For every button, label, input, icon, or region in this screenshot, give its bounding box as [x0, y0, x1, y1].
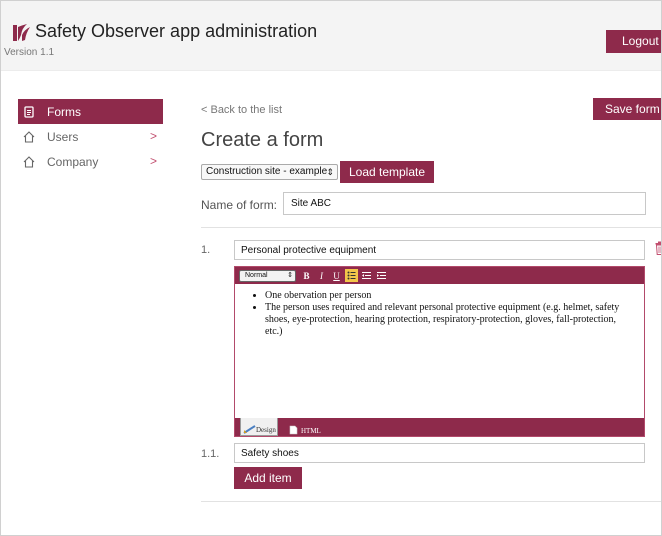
chevron-right-icon: >	[150, 129, 158, 143]
sidebar-item-users[interactable]: Users >	[18, 124, 163, 149]
format-select[interactable]: Normal ⇕	[239, 269, 296, 282]
template-select-value: Construction site - example	[206, 166, 328, 177]
tab-design[interactable]: Design	[240, 418, 278, 436]
home-outline-icon	[23, 130, 35, 143]
design-icon	[243, 425, 256, 434]
app-window: Safety Observer app administration Versi…	[0, 0, 662, 536]
item-number: 1.	[201, 244, 211, 256]
editor-bullet: One obervation per person	[265, 290, 634, 302]
app-logo-icon	[13, 24, 30, 41]
bold-icon[interactable]: B	[300, 269, 313, 282]
back-to-list-link[interactable]: < Back to the list	[201, 104, 282, 116]
sidebar-item-company[interactable]: Company >	[18, 149, 163, 174]
sidebar-item-label: Forms	[47, 104, 81, 119]
sidebar-item-label: Users	[47, 129, 79, 144]
outdent-icon[interactable]	[360, 269, 373, 282]
save-form-button[interactable]: Save form	[593, 98, 661, 120]
sidebar-item-label: Company	[47, 154, 99, 169]
tab-html-label: HTML	[301, 427, 321, 435]
italic-icon[interactable]: I	[315, 269, 328, 282]
format-select-value: Normal	[245, 271, 268, 279]
tab-html[interactable]: HTML	[289, 418, 321, 436]
form-name-input[interactable]	[283, 192, 646, 215]
select-arrows-icon: ⇕	[326, 167, 334, 177]
select-arrows-icon: ⇕	[287, 271, 293, 279]
divider	[201, 501, 661, 502]
indent-icon[interactable]	[375, 269, 388, 282]
trash-icon[interactable]	[655, 241, 662, 255]
bullet-list-icon[interactable]	[345, 269, 358, 282]
sidebar: Forms Users > Company >	[18, 99, 163, 174]
forms-icon	[24, 105, 34, 118]
html-file-icon	[289, 425, 298, 435]
divider	[201, 227, 661, 228]
load-template-button[interactable]: Load template	[340, 161, 434, 183]
form-name-label: Name of form:	[201, 198, 278, 212]
item-number: 1.1.	[201, 448, 220, 460]
underline-icon[interactable]: U	[330, 269, 343, 282]
item-title-input[interactable]	[234, 443, 645, 463]
editor-bullet-list: One obervation per person The person use…	[265, 290, 634, 338]
home-outline-icon	[23, 155, 35, 168]
sidebar-item-forms[interactable]: Forms	[18, 99, 163, 124]
editor-bullet: The person uses required and relevant pe…	[265, 302, 634, 338]
app-header: Safety Observer app administration Versi…	[1, 1, 661, 71]
chevron-right-icon: >	[150, 154, 158, 168]
app-version: Version 1.1	[4, 47, 55, 58]
rich-text-editor: Normal ⇕ B I U One obervation per person…	[234, 266, 645, 437]
logout-button[interactable]: Logout	[606, 30, 661, 53]
tab-design-label: Design	[256, 426, 276, 434]
app-title: Safety Observer app administration	[35, 21, 318, 41]
editor-mode-tabs: Design HTML	[235, 418, 644, 436]
item-title-input[interactable]	[234, 240, 645, 260]
editor-content[interactable]: One obervation per person The person use…	[235, 284, 644, 417]
page-title: Create a form	[201, 129, 324, 151]
template-select[interactable]: Construction site - example ⇕	[201, 164, 338, 180]
add-item-button[interactable]: Add item	[234, 467, 302, 489]
editor-toolbar: Normal ⇕ B I U	[235, 267, 644, 284]
